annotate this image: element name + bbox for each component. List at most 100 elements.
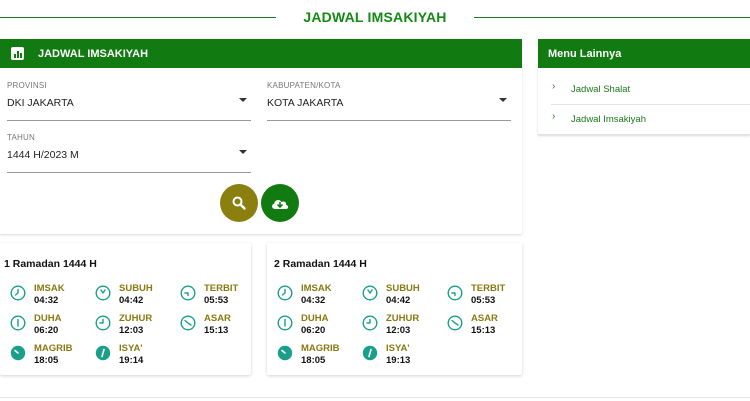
prayer-time-zuhur: ZUHUR 12:03 [95, 313, 175, 337]
prayer-name: IMSAK [34, 283, 65, 294]
prayer-time-zuhur: ZUHUR 12:03 [362, 313, 442, 337]
clock-icon [95, 315, 111, 331]
prayer-name: SUBUH [386, 283, 420, 294]
clock-icon [10, 285, 26, 301]
prayer-name: TERBIT [471, 283, 506, 294]
prayer-time: 18:05 [301, 355, 326, 366]
other-menu-title: Menu Lainnya [538, 39, 750, 68]
clock-icon [277, 285, 293, 301]
day-title: 1 Ramadan 1444 H [4, 258, 97, 270]
clock-icon [362, 315, 378, 331]
prayer-time: 15:13 [204, 325, 229, 336]
prayer-time: 06:20 [301, 325, 326, 336]
clock-icon [447, 285, 463, 301]
kabupaten-label: KABUPATEN/KOTA [267, 81, 341, 90]
prayer-time-magrib: MAGRIB 18:05 [277, 343, 357, 367]
prayer-time: 12:03 [386, 325, 411, 336]
prayer-time: 04:42 [386, 295, 411, 306]
page-title: JADWAL IMSAKIYAH [303, 9, 447, 25]
clock-filled-icon [95, 345, 111, 361]
kabupaten-select[interactable]: KABUPATEN/KOTA KOTA JAKARTA [267, 81, 511, 121]
prayer-time: 19:13 [386, 355, 411, 366]
prayer-time: 04:32 [301, 295, 326, 306]
prayer-time-duha: DUHA 06:20 [10, 313, 90, 337]
clock-icon [277, 315, 293, 331]
bottom-divider [0, 397, 750, 398]
prayer-time: 19:14 [119, 355, 144, 366]
clock-icon [10, 315, 26, 331]
prayer-name: ASAR [204, 313, 231, 324]
tahun-label: TAHUN [7, 133, 35, 142]
prayer-time: 18:05 [34, 355, 59, 366]
title-rule-left [0, 17, 276, 18]
prayer-time: 12:03 [119, 325, 144, 336]
prayer-time-subuh: SUBUH 04:42 [362, 283, 442, 307]
day-card: 2 Ramadan 1444 H IMSAK 04:32 SUBUH 04:42 TER… [267, 243, 522, 375]
card-title: JADWAL IMSAKIYAH [38, 47, 149, 60]
sidebar-item-label: Jadwal Shalat [571, 84, 631, 95]
prayer-time-magrib: MAGRIB 18:05 [10, 343, 90, 367]
prayer-name: ASAR [471, 313, 498, 324]
page-title-row: JADWAL IMSAKIYAH [0, 0, 750, 34]
download-button[interactable] [261, 184, 299, 222]
clock-icon [180, 285, 196, 301]
chevron-right-icon: › [552, 81, 556, 92]
prayer-name: ISYA' [119, 343, 143, 354]
prayer-time-isya: ISYA' 19:14 [95, 343, 175, 367]
prayer-time-subuh: SUBUH 04:42 [95, 283, 175, 307]
provinsi-label: PROVINSI [7, 81, 47, 90]
clock-filled-icon [10, 345, 26, 361]
prayer-name: DUHA [301, 313, 329, 324]
sidebar-item-jadwal-imsakiyah[interactable]: › Jadwal Imsakiyah [538, 105, 750, 135]
prayer-name: ZUHUR [119, 313, 153, 324]
search-icon [232, 196, 246, 210]
prayer-name: IMSAK [301, 283, 332, 294]
clock-filled-icon [277, 345, 293, 361]
prayer-time: 04:42 [119, 295, 144, 306]
prayer-time: 06:20 [34, 325, 59, 336]
prayer-time-asar: ASAR 15:13 [447, 313, 527, 337]
clock-filled-icon [362, 345, 378, 361]
prayer-time: 15:13 [471, 325, 496, 336]
prayer-time: 04:32 [34, 295, 59, 306]
prayer-name: MAGRIB [34, 343, 73, 354]
prayer-time-duha: DUHA 06:20 [277, 313, 357, 337]
provinsi-select[interactable]: PROVINSI DKI JAKARTA [7, 81, 251, 121]
clock-icon [447, 315, 463, 331]
prayer-time-asar: ASAR 15:13 [180, 313, 260, 337]
sidebar-item-jadwal-shalat[interactable]: › Jadwal Shalat [551, 75, 750, 105]
prayer-time-terbit: TERBIT 05:53 [447, 283, 527, 307]
prayer-time-imsak: IMSAK 04:32 [277, 283, 357, 307]
other-menu-card: Menu Lainnya › Jadwal Shalat › Jadwal Im… [538, 39, 750, 135]
sidebar-item-label: Jadwal Imsakiyah [571, 114, 646, 125]
caret-down-icon [239, 150, 247, 154]
tahun-value: 1444 H/2023 M [7, 149, 79, 161]
search-button[interactable] [220, 184, 258, 222]
clock-icon [95, 285, 111, 301]
prayer-name: ZUHUR [386, 313, 420, 324]
day-card: 1 Ramadan 1444 H IMSAK 04:32 SUBUH 04:42 TER… [0, 243, 251, 375]
prayer-name: DUHA [34, 313, 62, 324]
prayer-name: SUBUH [119, 283, 153, 294]
title-rule-right [474, 17, 750, 18]
prayer-time: 05:53 [471, 295, 496, 306]
caret-down-icon [499, 98, 507, 102]
prayer-time: 05:53 [204, 295, 229, 306]
prayer-name: MAGRIB [301, 343, 340, 354]
bar-chart-icon [11, 47, 24, 60]
filter-card: JADWAL IMSAKIYAH PROVINSI DKI JAKARTA KA… [0, 39, 522, 234]
tahun-select[interactable]: TAHUN 1444 H/2023 M [7, 133, 251, 173]
prayer-name: TERBIT [204, 283, 239, 294]
kabupaten-value: KOTA JAKARTA [267, 97, 344, 109]
chevron-right-icon: › [552, 111, 556, 122]
provinsi-value: DKI JAKARTA [7, 97, 74, 109]
clock-icon [180, 315, 196, 331]
caret-down-icon [239, 98, 247, 102]
cloud-download-icon [272, 200, 289, 209]
card-header: JADWAL IMSAKIYAH [0, 39, 522, 68]
day-title: 2 Ramadan 1444 H [274, 258, 367, 270]
prayer-name: ISYA' [386, 343, 410, 354]
prayer-time-isya: ISYA' 19:13 [362, 343, 442, 367]
clock-icon [362, 285, 378, 301]
prayer-time-terbit: TERBIT 05:53 [180, 283, 260, 307]
